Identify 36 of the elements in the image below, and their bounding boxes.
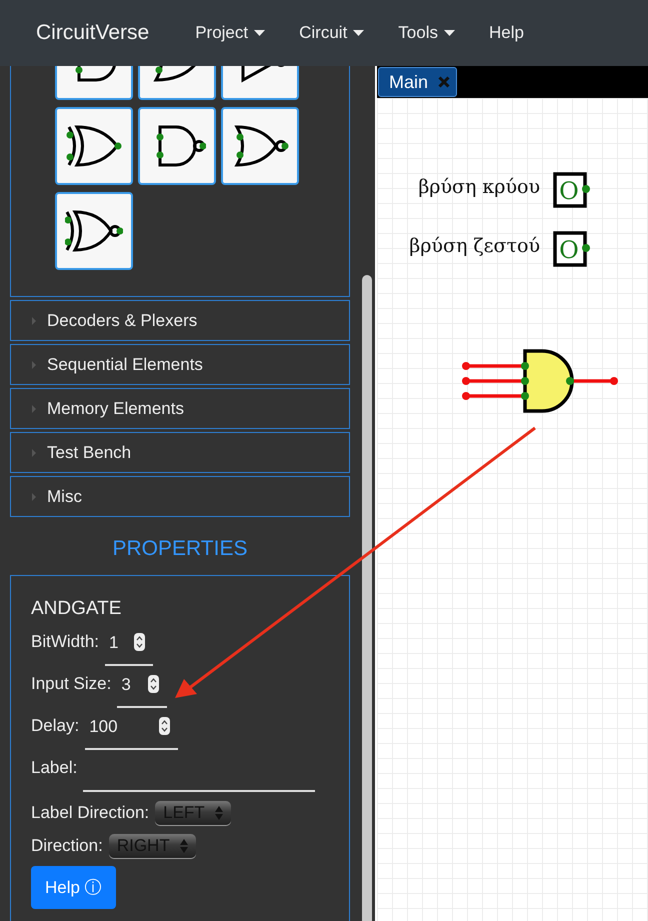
gate-button[interactable] <box>221 107 299 185</box>
field-label: Direction: <box>31 834 103 856</box>
number-field[interactable]: 100 <box>85 712 178 750</box>
category-item[interactable]: Sequential Elements <box>10 344 350 385</box>
scrollbar-thumb[interactable] <box>362 275 372 921</box>
nav-menu[interactable]: Help <box>488 23 524 43</box>
category-item[interactable]: Decoders & Plexers <box>10 300 350 341</box>
spinner-icon <box>159 717 170 735</box>
nav-menu[interactable]: Circuit <box>299 23 364 43</box>
spinner-icon <box>134 633 146 651</box>
number-field[interactable]: 1 <box>105 628 154 666</box>
spinner-icon <box>148 675 160 693</box>
gate-button[interactable] <box>55 192 133 270</box>
field-label: Delay: <box>31 715 80 737</box>
updown-icon <box>214 806 223 820</box>
category-item[interactable]: Test Bench <box>10 432 350 473</box>
gate-button[interactable] <box>55 107 133 185</box>
help-button[interactable]: Help ⓘ <box>31 866 116 909</box>
circuit-tab[interactable]: Main <box>378 67 458 97</box>
updown-icon <box>180 838 188 852</box>
output-label: βρύση κρύου <box>418 176 540 198</box>
category-item[interactable]: Memory Elements <box>10 388 350 429</box>
field-label: BitWidth: <box>31 631 100 653</box>
output-label: βρύση ζεστού <box>409 235 540 257</box>
field-label: Label: <box>31 757 78 779</box>
component-title: ANDGATE <box>31 598 122 620</box>
circuit-canvas[interactable]: βρύση κρύου O βρύση ζεστού O <box>377 98 648 921</box>
field-label: Input Size: <box>31 673 112 695</box>
category-item[interactable]: Misc <box>10 476 350 517</box>
gate-button[interactable] <box>138 107 216 185</box>
nav-menu[interactable]: Tools <box>398 23 455 43</box>
section-heading: PROPERTIES <box>112 537 248 560</box>
field-label: Label Direction: <box>31 802 150 824</box>
nav-menu[interactable]: Project <box>195 23 266 43</box>
number-field[interactable]: 3 <box>117 670 168 708</box>
brand-logo[interactable]: CircuitVerse <box>36 21 150 45</box>
